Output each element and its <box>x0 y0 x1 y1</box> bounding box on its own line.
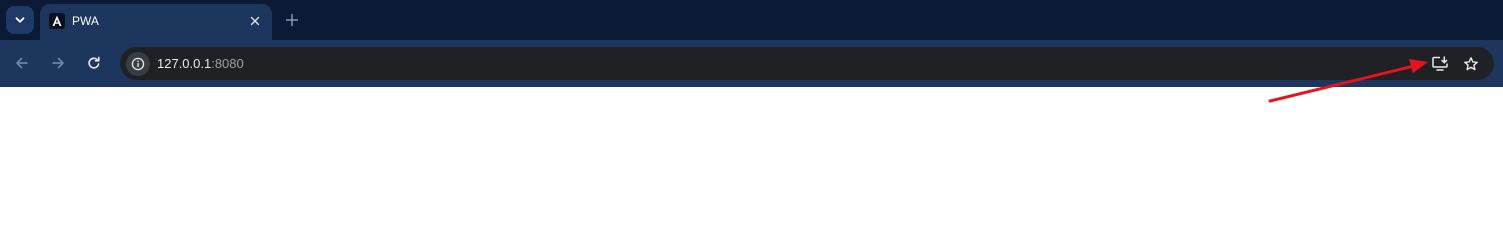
reload-icon <box>88 56 100 69</box>
close-icon <box>250 16 260 26</box>
site-info-button[interactable] <box>126 52 150 76</box>
install-app-button[interactable] <box>1428 52 1452 76</box>
url-text[interactable]: 127.0.0.1:8080 <box>157 56 244 71</box>
tab-search-button[interactable] <box>6 6 34 34</box>
plus-icon <box>285 13 299 27</box>
arrow-right-icon <box>52 57 64 69</box>
angular-logo-icon <box>49 13 65 29</box>
info-icon <box>131 57 145 71</box>
new-tab-button[interactable] <box>282 10 302 30</box>
forward-button[interactable] <box>46 51 70 75</box>
arrow-left-icon <box>16 57 28 69</box>
bookmark-button[interactable] <box>1459 52 1483 76</box>
tab-strip: PWA <box>0 0 1503 40</box>
chevron-down-icon <box>15 17 25 23</box>
install-app-icon <box>1432 56 1448 71</box>
tab-active[interactable]: PWA <box>40 4 272 40</box>
toolbar: 127.0.0.1:8080 <box>0 40 1503 87</box>
reload-button[interactable] <box>82 51 106 75</box>
page-content <box>0 87 1503 204</box>
address-bar[interactable]: 127.0.0.1:8080 <box>120 47 1494 80</box>
back-button[interactable] <box>10 51 34 75</box>
tab-title: PWA <box>72 14 99 28</box>
star-icon <box>1464 57 1478 71</box>
url-host: 127.0.0.1 <box>157 56 212 71</box>
tab-close-button[interactable] <box>246 12 264 30</box>
url-port: :8080 <box>211 56 244 71</box>
